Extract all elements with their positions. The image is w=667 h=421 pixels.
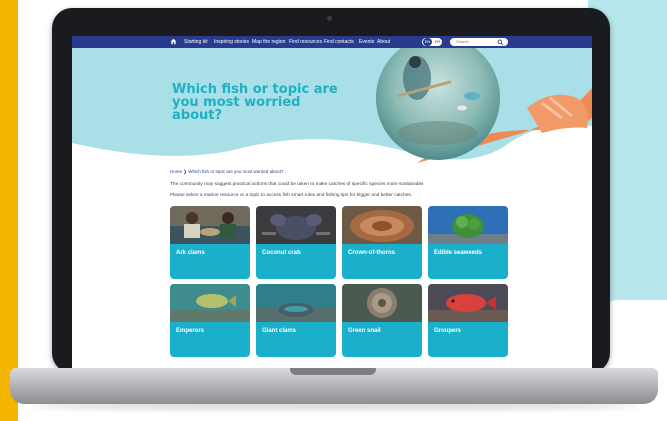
tile-emperors[interactable]: Emperors — [170, 284, 250, 357]
tile-ark-clams[interactable]: Ark clams — [170, 206, 250, 279]
tile-label: Coconut crab — [262, 250, 301, 256]
tile-label: Edible seaweeds — [434, 250, 483, 256]
nav-events[interactable]: Events — [359, 38, 374, 46]
webcam — [327, 16, 332, 21]
green-snail-image — [342, 284, 422, 322]
search-icon[interactable] — [497, 39, 504, 46]
laptop-notch — [290, 368, 376, 375]
intro-text-2: Please select a marine resource or a top… — [170, 193, 413, 198]
tile-crown-of-thorns[interactable]: Crown-of-thorns — [342, 206, 422, 279]
tile-label: Crown-of-thorns — [348, 250, 395, 256]
breadcrumb[interactable]: Home ❯ Which fish or topic are you most … — [170, 169, 283, 175]
page-title: Which fish or topic are you most worried… — [172, 82, 338, 123]
nav-find-resources[interactable]: Find resources — [289, 38, 322, 46]
lang-en[interactable]: EN — [423, 38, 432, 46]
tile-label: Ark clams — [176, 250, 205, 256]
emperors-image — [170, 284, 250, 322]
intro-text-1: The community may suggest practical acti… — [170, 182, 425, 187]
tile-edible-seaweeds[interactable]: Edible seaweeds — [428, 206, 508, 279]
edible-seaweeds-image — [428, 206, 508, 244]
tile-label: Groupers — [434, 328, 462, 334]
nav-find-contacts[interactable]: Find contacts — [324, 38, 354, 46]
groupers-image — [428, 284, 508, 322]
nav-map-the-region[interactable]: Map the region — [252, 38, 285, 46]
lang-fr[interactable]: FR — [433, 38, 442, 46]
tile-groupers[interactable]: Groupers — [428, 284, 508, 357]
search-placeholder: Search — [456, 39, 469, 44]
tile-label: Emperors — [176, 328, 205, 334]
ark-clams-image — [170, 206, 250, 244]
nav-about[interactable]: About — [377, 38, 390, 46]
home-icon[interactable] — [170, 38, 177, 45]
crown-of-thorns-image — [342, 206, 422, 244]
tile-giant-clams[interactable]: Giant clams — [256, 284, 336, 357]
tile-label: Green snail — [348, 328, 381, 334]
nav-starting-kit[interactable]: Starting kit — [184, 38, 208, 46]
tile-green-snail[interactable]: Green snail — [342, 284, 422, 357]
giant-clams-image — [256, 284, 336, 322]
laptop-screen: Starting kit Inspiring stories Map the r… — [72, 36, 592, 368]
tile-coconut-crab[interactable]: Coconut crab — [256, 206, 336, 279]
coconut-crab-image — [256, 206, 336, 244]
tile-label: Giant clams — [262, 328, 297, 334]
nav-inspiring-stories[interactable]: Inspiring stories — [214, 38, 249, 46]
